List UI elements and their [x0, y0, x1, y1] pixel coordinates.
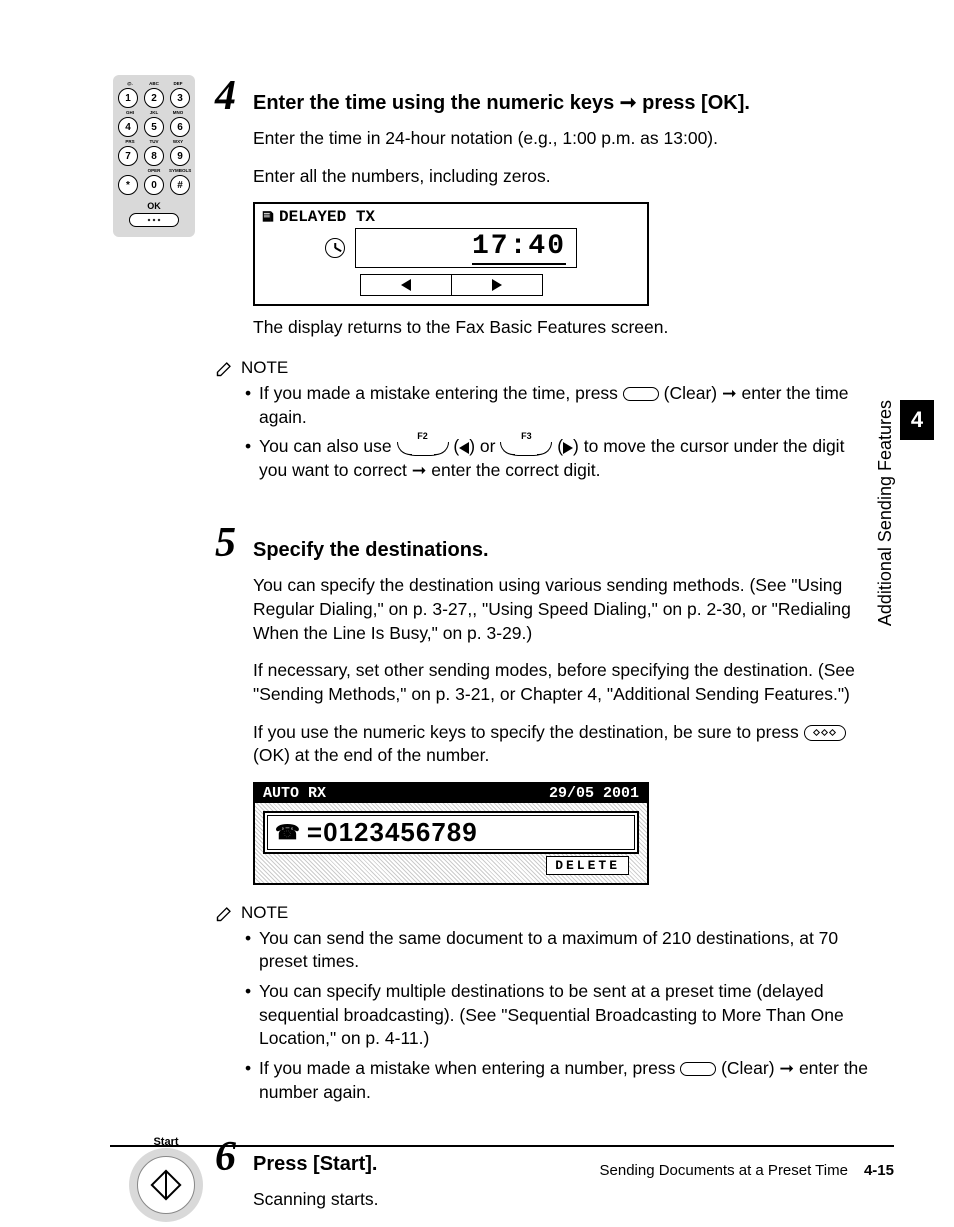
step-4-p2: Enter all the numbers, including zeros.	[253, 165, 875, 189]
chapter-tab: Additional Sending Features 4	[871, 400, 934, 626]
delayed-tx-display: DELAYED TX 17:40	[253, 202, 649, 306]
cursor-left-button	[360, 274, 452, 296]
auto-rx-display: AUTO RX 29/05 2001 ☎ =0123456789 DELETE	[253, 782, 649, 885]
step-5-p3: If you use the numeric keys to specify t…	[253, 721, 875, 768]
step-4-heading: Enter the time using the numeric keys ➞ …	[253, 91, 750, 115]
left-arrow-icon	[459, 442, 469, 454]
footer-rule	[110, 1145, 894, 1147]
f2-button-icon: F2	[397, 439, 449, 456]
step-number-4: 4	[215, 75, 253, 117]
time-display-field: 17:40	[355, 228, 577, 268]
document-icon	[261, 210, 275, 224]
step5-note-2: You can specify multiple destinations to…	[245, 980, 875, 1051]
display-date: 29/05 2001	[549, 785, 639, 802]
clear-button-icon	[680, 1062, 716, 1076]
step5-note-1: You can send the same document to a maxi…	[245, 927, 875, 974]
ok-button-icon	[804, 725, 846, 741]
note-label: NOTE	[241, 358, 288, 378]
step5-note-3: If you made a mistake when entering a nu…	[245, 1057, 875, 1104]
delete-button: DELETE	[546, 856, 629, 875]
step-4-after: The display returns to the Fax Basic Fea…	[253, 316, 875, 340]
pencil-icon	[215, 903, 235, 923]
clock-icon	[325, 238, 345, 258]
step-5-p1: You can specify the destination using va…	[253, 574, 875, 645]
note-label: NOTE	[241, 903, 288, 923]
step-number-5: 5	[215, 522, 253, 564]
start-button-illustration: Start	[137, 1136, 195, 1222]
footer-title: Sending Documents at a Preset Time	[600, 1162, 848, 1179]
step-4-p1: Enter the time in 24-hour notation (e.g.…	[253, 127, 875, 151]
step-6-p1: Scanning starts.	[253, 1188, 875, 1212]
display-mode: AUTO RX	[263, 785, 326, 802]
cursor-right-button	[452, 274, 543, 296]
step4-note-1: If you made a mistake entering the time,…	[245, 382, 875, 429]
f3-button-icon: F3	[500, 439, 552, 456]
step-5-heading: Specify the destinations.	[253, 538, 489, 562]
step-5-p2: If necessary, set other sending modes, b…	[253, 659, 875, 706]
step4-note-2: You can also use F2 () or F3 () to move …	[245, 435, 875, 482]
phone-icon: ☎	[275, 820, 301, 845]
destination-number-field: ☎ =0123456789	[263, 811, 639, 854]
page-number: 4-15	[864, 1162, 894, 1179]
clear-button-icon	[623, 387, 659, 401]
right-arrow-icon	[563, 442, 573, 454]
pencil-icon	[215, 358, 235, 378]
numeric-keypad-illustration: @.ABCDEF 123 GHIJKLMNO 456 PRSTUVWXY 789…	[113, 75, 195, 237]
